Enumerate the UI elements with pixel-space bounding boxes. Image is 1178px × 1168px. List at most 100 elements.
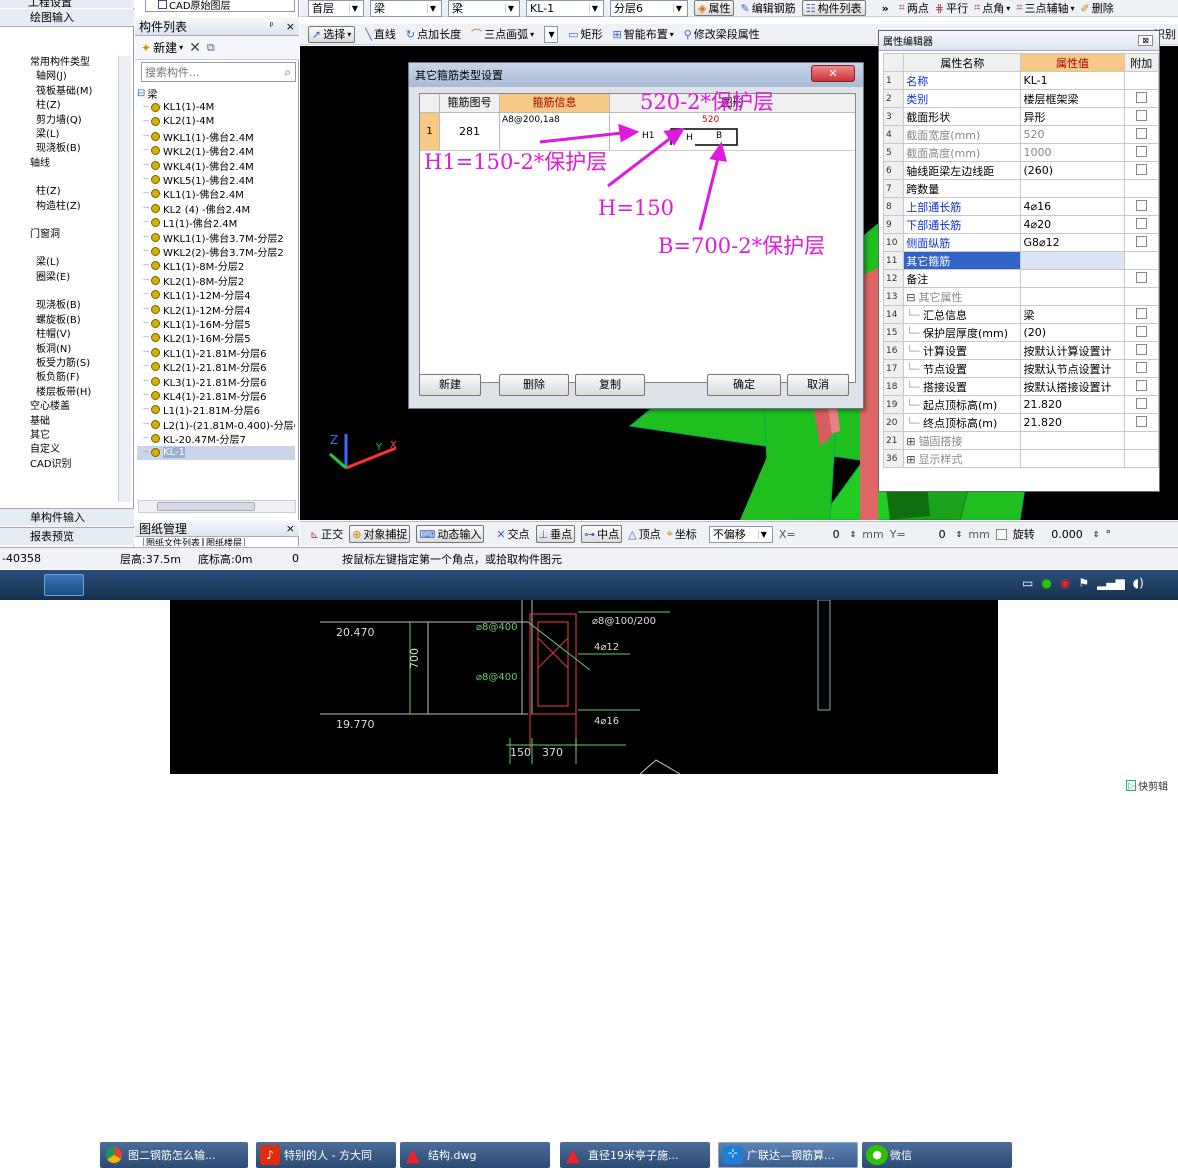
collapse-icon[interactable]: ⊟ xyxy=(906,291,915,304)
nav-tree-item[interactable]: 柱(Z) xyxy=(0,185,118,199)
property-row[interactable]: 10 侧面纵筋 G8⌀12 xyxy=(882,233,1160,252)
type2-select[interactable]: 梁 ▼ xyxy=(448,0,520,17)
property-row[interactable]: 6 轴线距梁左边线距 (260) xyxy=(882,161,1160,180)
property-value[interactable] xyxy=(1020,179,1125,198)
property-row[interactable]: 20 └─ 终点顶标高(m) 21.820 xyxy=(882,413,1160,432)
component-list-item[interactable]: ┄ WKL1(1)-佛台3.7M-分层2 xyxy=(137,230,295,245)
y-spin-icon[interactable]: ⇕ xyxy=(956,530,963,539)
smart-layout-button[interactable]: ⊞ 智能布置 ▾ xyxy=(613,26,674,42)
dialog-close-button[interactable]: ✕ xyxy=(811,65,855,82)
ortho-toggle[interactable]: ⊾ 正交 xyxy=(310,526,343,542)
nav-tree-item[interactable]: 其它 xyxy=(0,429,118,443)
nav-tree-item[interactable]: 板受力筋(S) xyxy=(0,357,118,371)
property-value[interactable]: 楼层框架梁 xyxy=(1020,89,1125,108)
extra-checkbox[interactable] xyxy=(1135,145,1147,157)
nav-tree-item[interactable]: 圈梁(E) xyxy=(0,271,118,285)
property-row[interactable]: 36 ⊞ 显示样式 xyxy=(882,449,1160,468)
extra-checkbox[interactable] xyxy=(1135,379,1147,391)
component-list-item[interactable]: ┄ KL1(1)-21.81M-分层6 xyxy=(137,345,295,360)
copy-button[interactable]: 复制 xyxy=(575,374,645,396)
component-list-item[interactable]: ┄ KL1(1)-12M-分层4 xyxy=(137,287,295,302)
component-list-item[interactable]: ┄ WKL5(1)-佛台2.4M xyxy=(137,172,295,187)
ok-button[interactable]: 确定 xyxy=(707,374,781,396)
vertex-snap[interactable]: △ 顶点 xyxy=(628,526,660,542)
component-list-item[interactable]: ┄ KL2(1)-4M xyxy=(137,115,295,129)
property-editor-close-icon[interactable]: ⊠ xyxy=(1138,35,1153,46)
property-value[interactable]: 按默认计算设置计 xyxy=(1020,341,1125,360)
delete-axis-button[interactable]: ✐ 删除 xyxy=(1081,0,1114,16)
network-icon[interactable]: ▂▄▆ xyxy=(1097,576,1125,590)
component-list-item[interactable]: ┄ KL1(1)-8M-分层2 xyxy=(137,259,295,273)
volume-icon[interactable]: ◖) xyxy=(1133,576,1144,590)
property-row[interactable]: 1 名称 KL-1 xyxy=(882,71,1160,90)
extra-checkbox[interactable] xyxy=(1135,271,1147,283)
extra-checkbox[interactable] xyxy=(1135,307,1147,319)
component-list-item[interactable]: ┄ KL1(1)-4M xyxy=(137,100,295,114)
property-row[interactable]: 12 备注 xyxy=(882,269,1160,288)
extra-checkbox[interactable] xyxy=(1135,361,1147,373)
property-row[interactable]: 17 └─ 节点设置 按默认节点设置计 xyxy=(882,359,1160,378)
nav-tree-item[interactable]: 现浇板(B) xyxy=(0,299,118,313)
draw-mode-select[interactable]: ▼ xyxy=(544,25,559,43)
nav-tree-item[interactable]: 剪力墙(Q) xyxy=(0,114,118,128)
nav-tree-item[interactable]: 空心楼盖 xyxy=(0,400,118,414)
component-list-button[interactable]: ☷ 构件列表 xyxy=(801,0,866,16)
extra-checkbox[interactable] xyxy=(1135,199,1147,211)
property-value[interactable]: KL-1 xyxy=(1020,71,1125,90)
floor-select[interactable]: 首层 ▼ xyxy=(308,0,364,17)
component-list-item[interactable]: ┄ KL1(1)-16M-分层5 xyxy=(137,316,295,331)
line-button[interactable]: ╲ 直线 xyxy=(365,26,396,42)
property-value[interactable]: G8⌀12 xyxy=(1020,233,1125,252)
overflow-icon[interactable]: » xyxy=(882,2,889,15)
nav-tree-item[interactable]: 轴线 xyxy=(0,157,118,171)
taskbar-start-area[interactable] xyxy=(44,574,84,596)
extra-checkbox[interactable] xyxy=(1135,343,1147,355)
property-row[interactable]: 3 截面形状 异形 xyxy=(882,107,1160,126)
taskbar-item-browser[interactable]: 图二钢筋怎么输... xyxy=(100,1142,248,1168)
component-list-item[interactable]: ┄ WKL2(2)-佛台3.7M-分层2 xyxy=(137,244,295,259)
expand-icon[interactable]: ⊞ xyxy=(906,453,915,466)
flag-tray-icon[interactable]: ⚑ xyxy=(1078,576,1089,590)
property-row[interactable]: 15 └─ 保护层厚度(mm) (20) xyxy=(882,323,1160,342)
cancel-button[interactable]: 取消 xyxy=(787,374,849,396)
extra-checkbox[interactable] xyxy=(1135,397,1147,409)
tab-drawing-floors[interactable]: 图纸楼层 xyxy=(203,538,246,546)
property-value[interactable]: 21.820 xyxy=(1020,413,1125,432)
nav-tree-item[interactable]: 楼层板带(H) xyxy=(0,386,118,400)
two-points-button[interactable]: ⌗ 两点 xyxy=(899,0,929,16)
tab-drawing-files[interactable]: 图纸文件列表 xyxy=(143,538,204,546)
rotate-checkbox[interactable] xyxy=(995,528,1007,540)
property-value[interactable]: 异形 xyxy=(1020,107,1125,126)
nav-tree-item[interactable]: 螺旋板(B) xyxy=(0,314,118,328)
property-value[interactable] xyxy=(1020,431,1125,450)
point-length-button[interactable]: ↻ 点加长度 xyxy=(406,26,461,42)
extra-checkbox[interactable] xyxy=(1135,91,1147,103)
rotate-spin-icon[interactable]: ⇕ xyxy=(1093,530,1100,539)
extra-checkbox[interactable] xyxy=(1135,217,1147,229)
nav-tree-item[interactable]: CAD识别 xyxy=(0,458,118,472)
tree-root[interactable]: ⊟ 梁 xyxy=(137,86,295,101)
extra-checkbox[interactable] xyxy=(1135,415,1147,427)
nav-scrollbar[interactable] xyxy=(118,56,131,502)
component-list-item[interactable]: ┄ KL2(1)-16M-分层5 xyxy=(137,331,295,345)
midpoint-snap[interactable]: ⊶ 中点 xyxy=(581,525,623,543)
property-row[interactable]: 14 └─ 汇总信息梁 xyxy=(882,305,1160,324)
intersection-snap[interactable]: ✕ 交点 xyxy=(496,526,529,542)
property-row[interactable]: 16 └─ 计算设置 按默认计算设置计 xyxy=(882,341,1160,360)
taskbar-item-wechat[interactable]: ● 微信 xyxy=(862,1142,1012,1168)
property-value[interactable]: (260) xyxy=(1020,161,1125,180)
nav-tree-item[interactable]: 自定义 xyxy=(0,443,118,457)
property-row[interactable]: 18 └─ 搭接设置 按默认搭接设置计 xyxy=(882,377,1160,396)
close-panel-icon[interactable]: × xyxy=(286,20,295,33)
property-value[interactable] xyxy=(1020,449,1125,468)
chat-tray-icon[interactable]: ● xyxy=(1041,576,1051,590)
property-value[interactable]: 21.820 xyxy=(1020,395,1125,414)
pin-icon[interactable]: ᵖ xyxy=(269,21,273,32)
quick-clip-badge[interactable]: ▷ 快剪辑 xyxy=(1126,778,1168,793)
component-search-input[interactable] xyxy=(145,65,270,79)
component-list-item[interactable]: ┄ L1(1)-佛台2.4M xyxy=(137,216,295,230)
property-row[interactable]: 19 └─ 起点顶标高(m) 21.820 xyxy=(882,395,1160,414)
attributes-button[interactable]: ◈ 属性 xyxy=(694,0,735,16)
nav-tree-item[interactable]: 轴网(J) xyxy=(0,70,118,84)
nav-single-input[interactable]: 单构件输入 xyxy=(0,508,134,526)
